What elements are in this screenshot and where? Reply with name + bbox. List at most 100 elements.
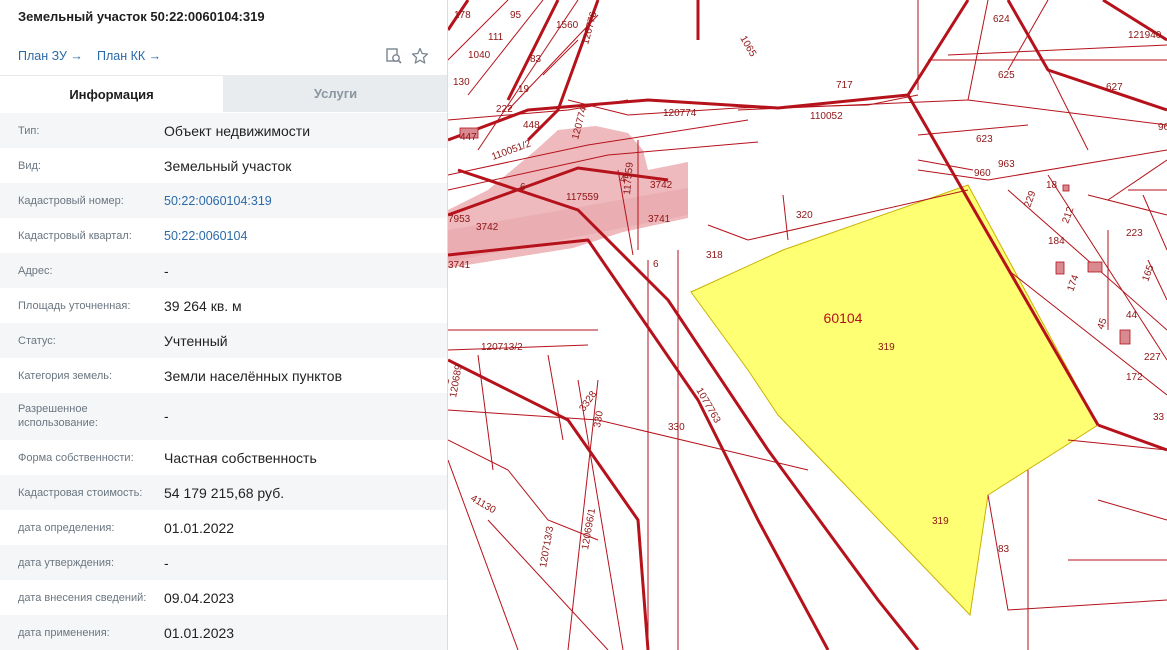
row-label: дата внесения сведений: <box>18 592 147 604</box>
table-row: Статус: Учтенный <box>0 323 447 358</box>
parcel-boundary <box>782 194 789 241</box>
row-value-link[interactable]: 50:22:0060104 <box>164 229 247 243</box>
building <box>1062 184 1070 192</box>
parcel-label: 7953 <box>448 214 471 225</box>
table-row: Адрес: - <box>0 253 447 288</box>
quarter-boundary <box>1006 0 1167 112</box>
parcel-boundary <box>1087 194 1167 216</box>
parcel-label: 1560 <box>556 20 579 31</box>
parcel-label: 1040 <box>468 50 491 61</box>
row-value: Частная собственность <box>164 450 317 466</box>
parcel-label: 448 <box>523 120 540 131</box>
parcel-label: 330 <box>592 410 606 429</box>
parcel-label: 121940 <box>1128 30 1162 41</box>
parcel-label: 227 <box>1144 352 1161 363</box>
parcel-label: 3741 <box>448 260 471 271</box>
table-row: дата утверждения: - <box>0 545 447 580</box>
map-canvas[interactable]: 60104 319 319 178 95 1560 111 1040 83 19 130 222 120… <box>448 0 1167 650</box>
parcel-label: 41130 <box>469 493 498 516</box>
table-row: Категория земель: Земли населённых пункто… <box>0 358 447 393</box>
info-panel: Земельный участок 50:22:0060104:319 План… <box>0 0 448 650</box>
row-label: дата определения: <box>18 522 115 534</box>
row-value: Земельный участок <box>164 158 292 174</box>
parcel-label: 120776 <box>580 10 599 46</box>
table-row: Кадастровый номер: 50:22:0060104:319 <box>0 183 447 218</box>
parcel-label: 120774 <box>663 108 697 119</box>
parcel-label: 963 <box>998 159 1015 170</box>
row-label: Разрешенное использование: <box>18 403 98 429</box>
row-value-link[interactable]: 50:22:0060104:319 <box>164 194 272 208</box>
row-value: 39 264 кв. м <box>164 298 242 314</box>
quarter-boundary <box>906 0 970 96</box>
row-value: - <box>164 408 169 424</box>
parcel-label: 130 <box>453 77 470 88</box>
parcel-label: 330 <box>668 422 685 433</box>
row-label: дата утверждения: <box>18 557 115 569</box>
row-label: Кадастровый номер: <box>18 195 124 207</box>
row-label: дата применения: <box>18 627 110 639</box>
parcel-boundary <box>917 124 1029 136</box>
parcel-label: 223 <box>1126 228 1143 239</box>
row-value: 09.04.2023 <box>164 590 235 606</box>
parcel-label: 44 <box>1126 310 1138 321</box>
parcel-label: 120713/3 <box>538 525 556 568</box>
parcel-label: 178 <box>454 10 471 21</box>
parcel-label: 623 <box>976 134 993 145</box>
parcel-label: 174 <box>1065 273 1081 293</box>
parcel-label: 222 <box>496 104 513 115</box>
print-preview-icon[interactable] <box>385 47 403 65</box>
parcel-label: 229 <box>1022 189 1038 209</box>
row-label: Адрес: <box>18 265 53 277</box>
table-row: Тип: Объект недвижимости <box>0 113 447 148</box>
parcel-label: 111 <box>488 32 504 43</box>
parcel-label: 165 <box>1140 263 1156 283</box>
row-value: - <box>164 263 169 279</box>
table-row: Кадастровая стоимость: 54 179 215,68 руб. <box>0 475 447 510</box>
parcel-boundary <box>987 149 1167 181</box>
parcel-label: 717 <box>836 80 853 91</box>
parcel-label: 184 <box>1048 236 1065 247</box>
parcel-label: 117559 <box>566 192 599 203</box>
parcel-boundary <box>547 354 564 441</box>
star-icon[interactable] <box>411 47 429 65</box>
parcel-label: 172 <box>1126 372 1143 383</box>
parcel-label: 447 <box>460 132 477 143</box>
row-label: Площадь уточненная: <box>18 300 131 312</box>
parcel-label: 3742 <box>476 222 499 233</box>
parcel-label: 1065 <box>737 34 758 59</box>
selected-parcel <box>690 184 1099 617</box>
row-value: 54 179 215,68 руб. <box>164 485 285 501</box>
parcel-label: 6 <box>653 259 659 270</box>
row-label: Кадастровая стоимость: <box>18 487 143 499</box>
parcel-label: 6 <box>520 182 526 193</box>
row-label: Статус: <box>18 335 56 347</box>
tab-bar: Информация Услуги <box>0 75 447 112</box>
parcel-boundary <box>967 0 989 101</box>
parcel-label: 95 <box>510 10 522 21</box>
cadastral-map[interactable]: 60104 319 319 178 95 1560 111 1040 83 19 130 222 120… <box>448 0 1167 650</box>
parcel-label: 33 <box>1153 412 1165 423</box>
parcel-label: 627 <box>1106 82 1123 93</box>
table-row: дата внесения сведений: 09.04.2023 <box>0 580 447 615</box>
tab-information[interactable]: Информация <box>0 75 223 112</box>
page-title: Земельный участок 50:22:0060104:319 <box>18 9 265 24</box>
tab-services[interactable]: Услуги <box>223 75 447 112</box>
building <box>1087 261 1103 273</box>
selected-parcel-label: 319 <box>932 516 949 527</box>
table-row: Разрешенное использование: - <box>0 393 447 440</box>
plan-zu-link[interactable]: План ЗУ → <box>18 49 83 63</box>
parcel-label: 960 <box>974 168 991 179</box>
table-row: дата определения: 01.01.2022 <box>0 510 447 545</box>
building <box>1055 261 1065 275</box>
plan-kk-link[interactable]: План КК → <box>97 49 161 63</box>
parcel-boundary <box>1107 159 1167 201</box>
parcel-label: 83 <box>998 544 1010 555</box>
row-value: 01.01.2022 <box>164 520 235 536</box>
row-value: Учтенный <box>164 333 228 349</box>
row-label: Форма собственности: <box>18 452 134 464</box>
parcel-label: 320 <box>796 210 813 221</box>
building <box>1119 329 1131 345</box>
row-value: Объект недвижимости <box>164 123 311 139</box>
parcel-boundary <box>448 439 599 541</box>
parcel-boundary <box>707 224 749 241</box>
